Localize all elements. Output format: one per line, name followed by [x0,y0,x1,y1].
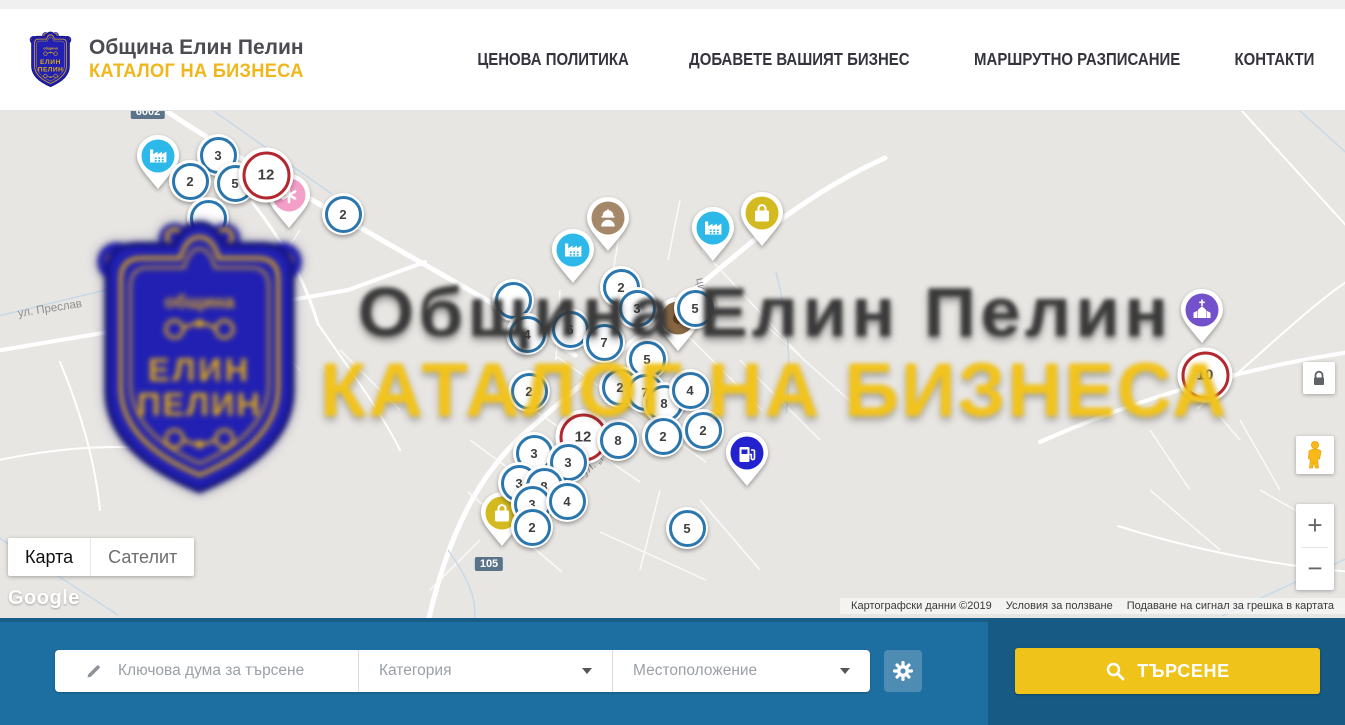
cluster-marker[interactable]: 2 [642,415,684,457]
cluster-count: 3 [619,290,656,327]
cluster-count: 2 [685,412,722,449]
keyword-segment [55,650,358,692]
road-number-label: 6002 [131,110,165,119]
nav-item-contacts[interactable]: КОНТАКТИ [1235,49,1315,70]
cluster-marker[interactable]: 5 [666,507,708,549]
map-attribution-text: Картографски данни ©2019 [844,600,999,612]
map-type-satellite-button[interactable]: Сателит [91,538,194,576]
municipality-logo [27,30,74,89]
cluster-marker[interactable]: 2 [169,160,211,202]
category-select-value: Категория [379,662,451,680]
site-title: Община Елин Пелин [89,36,313,60]
cluster-count: 4 [672,372,709,409]
cluster-marker[interactable]: 5 [674,287,716,329]
cluster-count: 12 [242,151,290,199]
top-strip [0,0,1345,9]
cluster-marker[interactable]: 4 [506,313,548,355]
cluster-marker[interactable]: 3 [616,287,658,329]
cluster-count: 8 [600,422,637,459]
zoom-in-button[interactable]: + [1296,505,1334,547]
cluster-count: 2 [325,196,362,233]
map-type-map-button[interactable]: Карта [8,538,91,576]
cluster-marker[interactable]: 12 [239,148,294,203]
map-attribution: Картографски данни ©2019Условия за ползв… [840,598,1345,614]
chevron-down-icon [582,668,592,674]
cluster-marker[interactable]: 10 [1178,348,1233,403]
cluster-marker[interactable]: 8 [597,419,639,461]
cluster-marker[interactable]: 2 [508,370,550,412]
cluster-marker[interactable]: 4 [669,369,711,411]
brand-text: Община Елин Пелин КАТАЛОГ НА БИЗНЕСА [89,36,313,82]
header: Община Елин Пелин КАТАЛОГ НА БИЗНЕСА ЦЕН… [0,9,1345,111]
map-type-control: Карта Сателит [8,538,194,576]
map-attribution-link[interactable]: Подаване на сигнал за грешка в картата [1120,600,1341,612]
zoom-control: + − [1296,504,1334,590]
main-nav: ЦЕНОВА ПОЛИТИКА ДОБАВЕТЕ ВАШИЯТ БИЗНЕС М… [467,50,1320,70]
cluster-count [190,200,227,237]
advanced-settings-button[interactable] [884,650,922,692]
factory-pin-marker[interactable] [689,205,737,263]
cluster-count: 2 [514,509,551,546]
nav-item-pricing[interactable]: ЦЕНОВА ПОЛИТИКА [477,49,628,70]
cluster-count: 2 [172,163,209,200]
cluster-count: 2 [645,418,682,455]
chevron-down-icon [840,668,850,674]
shopping-bag-pin-marker[interactable] [738,190,786,248]
cluster-marker[interactable] [187,197,229,239]
cluster-count: 7 [586,324,623,361]
location-select-value: Местоположение [633,662,757,680]
cluster-marker[interactable]: 2 [322,193,364,235]
search-field-group: Категория Местоположение [55,650,870,692]
fuel-pump-pin-marker[interactable] [723,430,771,488]
google-logo[interactable]: Google [8,587,80,610]
gear-icon [892,660,914,682]
church-pin-marker[interactable] [1178,287,1226,345]
pegman-icon [1304,440,1326,470]
cluster-count: 5 [669,510,706,547]
cluster-marker[interactable]: 2 [682,409,724,451]
street-view-pegman-button[interactable] [1296,436,1334,474]
map-attribution-link[interactable]: Условия за ползване [999,600,1120,612]
site-subtitle: КАТАЛОГ НА БИЗНЕСА [89,61,304,83]
nav-item-add-business[interactable]: ДОБАВЕТЕ ВАШИЯТ БИЗНЕС [689,49,909,70]
search-button[interactable]: ТЪРСЕНЕ [1015,648,1320,694]
zoom-out-button[interactable]: − [1296,548,1334,590]
factory-pin-marker[interactable] [549,227,597,285]
lock-icon [1312,370,1326,387]
keyword-search-input[interactable] [116,661,350,681]
page: община ЕЛИН ПЕЛИН Община Елин Пелин КАТА… [0,0,1345,725]
cluster-count: 10 [1181,351,1229,399]
cluster-count: 2 [511,373,548,410]
brand[interactable]: Община Елин Пелин КАТАЛОГ НА БИЗНЕСА [27,30,313,89]
lock-button[interactable] [1303,362,1335,394]
cluster-count: 4 [509,316,546,353]
map-canvas[interactable]: Община Елин Пелин КАТАЛОГ НА БИЗНЕСА Кар… [0,110,1345,618]
search-bar: Категория Местоположение [0,618,1345,725]
road-number-label: 105 [475,557,503,571]
cluster-count: 4 [549,483,586,520]
cluster-marker[interactable]: 2 [511,506,553,548]
cluster-marker[interactable]: 4 [546,480,588,522]
nav-item-schedule[interactable]: МАРШРУТНО РАЗПИСАНИЕ [974,49,1180,70]
location-select[interactable]: Местоположение [612,650,870,692]
search-button-label: ТЪРСЕНЕ [1137,661,1229,682]
search-icon [1105,661,1125,681]
pencil-icon [85,662,103,680]
category-select[interactable]: Категория [358,650,612,692]
cluster-marker[interactable]: 7 [583,321,625,363]
cluster-count: 5 [677,290,714,327]
